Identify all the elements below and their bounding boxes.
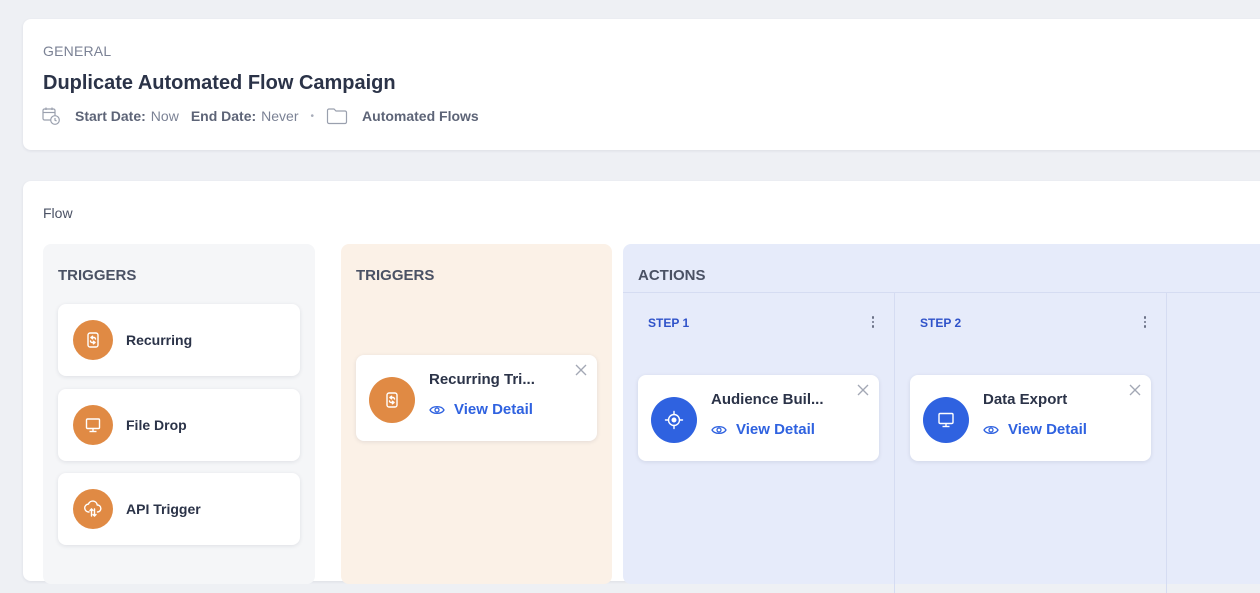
step-1-node-card[interactable]: Audience Buil... View Detail [638,375,879,461]
start-date-label: Start Date: [75,108,146,124]
trigger-library-panel: TRIGGERS Recurring File Drop API Trigger [43,244,315,584]
actions-divider [623,292,1260,293]
file-drop-icon [73,405,113,445]
step-2-node-card[interactable]: Data Export View Detail [910,375,1151,461]
calendar-clock-icon [41,106,61,126]
trigger-node-card[interactable]: Recurring Tri... View Detail [356,355,597,441]
step-2-label: STEP 2 [920,316,962,330]
view-detail-label: View Detail [736,421,815,438]
step-divider [894,293,895,593]
step-1-label: STEP 1 [648,316,690,330]
eye-icon [983,425,999,434]
meta-separator: • [310,110,315,122]
trigger-node-title: Recurring Tri... [429,371,535,388]
actions-heading: ACTIONS [638,267,706,284]
step-1-menu-icon[interactable] [868,314,878,330]
eye-icon [711,425,727,434]
start-date-value: Now [150,108,179,124]
page-title: Duplicate Automated Flow Campaign [43,72,396,94]
step-2-node-title: Data Export [983,391,1068,408]
trigger-library-heading: TRIGGERS [58,267,137,284]
recurring-icon [369,377,415,423]
campaign-meta: Start Date: Now End Date: Never • Automa… [41,106,479,126]
general-section-label: GENERAL [43,43,112,59]
step-divider [1166,293,1167,593]
folder-link[interactable]: Automated Flows [362,108,479,124]
step-1-node-title: Audience Buil... [711,391,824,408]
library-item-label: Recurring [126,332,193,348]
target-icon [651,397,697,443]
view-detail-label: View Detail [454,401,533,418]
library-item-label: File Drop [126,417,187,433]
actions-column: ACTIONS STEP 1 Audience Buil... View Det… [623,244,1260,593]
library-item-api-trigger[interactable]: API Trigger [58,473,300,545]
library-item-label: API Trigger [126,501,201,517]
view-detail-link[interactable]: View Detail [711,421,815,438]
folder-icon [326,107,348,125]
end-date-value: Never [261,108,299,124]
close-icon[interactable] [1128,383,1142,397]
recurring-icon [73,320,113,360]
api-trigger-icon [73,489,113,529]
eye-icon [429,405,445,414]
trigger-column: TRIGGERS Recurring Tri... View Detail [341,244,612,584]
view-detail-link[interactable]: View Detail [429,401,533,418]
close-icon[interactable] [856,383,870,397]
end-date-label: End Date: [190,108,257,124]
library-item-file-drop[interactable]: File Drop [58,389,300,461]
flow-card: Flow TRIGGERS Recurring File Drop API Tr… [23,181,1260,593]
folder-icon [923,397,969,443]
view-detail-link[interactable]: View Detail [983,421,1087,438]
trigger-column-heading: TRIGGERS [356,267,435,284]
step-2-menu-icon[interactable] [1140,314,1150,330]
close-icon[interactable] [574,363,588,377]
flow-section-label: Flow [43,205,73,221]
library-item-recurring[interactable]: Recurring [58,304,300,376]
view-detail-label: View Detail [1008,421,1087,438]
general-card: GENERAL Duplicate Automated Flow Campaig… [23,19,1260,150]
